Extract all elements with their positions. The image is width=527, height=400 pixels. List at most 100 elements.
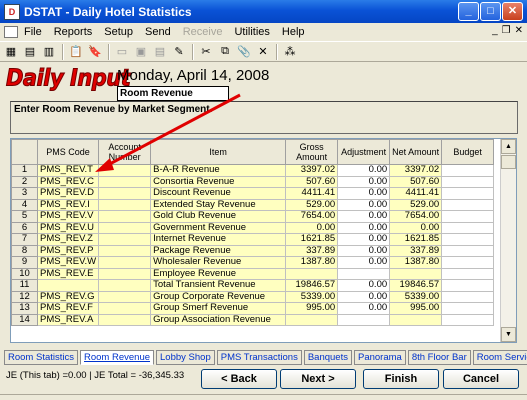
cell-budget[interactable]: [441, 221, 495, 234]
row-number[interactable]: 1: [11, 164, 38, 177]
row-number[interactable]: 7: [11, 233, 38, 246]
cell-adj[interactable]: 0.00: [337, 221, 391, 234]
cell-budget[interactable]: [441, 210, 495, 223]
cell-adj[interactable]: 0.00: [337, 256, 391, 269]
cell-budget[interactable]: [441, 256, 495, 269]
cut-icon[interactable]: ✂: [197, 43, 215, 60]
row-number[interactable]: 3: [11, 187, 38, 200]
row-number[interactable]: 10: [11, 267, 38, 280]
copy-icon[interactable]: ⧉: [216, 43, 234, 60]
bookmark-icon[interactable]: 🔖: [86, 43, 104, 60]
cell-budget[interactable]: [441, 279, 495, 292]
cell-adj[interactable]: 0.00: [337, 302, 391, 315]
row-number[interactable]: 12: [11, 290, 38, 303]
note-icon[interactable]: ✎: [170, 43, 188, 60]
menu-reports[interactable]: Reports: [48, 26, 99, 38]
cell-adj[interactable]: 0.00: [337, 175, 391, 188]
cell-budget[interactable]: [441, 290, 495, 303]
report-icon[interactable]: 📋: [67, 43, 85, 60]
column-header[interactable]: PMS Code: [36, 139, 100, 165]
open-icon[interactable]: ▭: [113, 43, 131, 60]
doc-minimize-button[interactable]: _: [492, 25, 498, 36]
finish-button[interactable]: Finish: [363, 369, 439, 389]
table-row[interactable]: 14 PMS_REV.A Group Association Revenue: [11, 313, 495, 326]
tab-banquets[interactable]: Banquets: [303, 350, 352, 365]
cell-budget[interactable]: [441, 198, 495, 211]
table-row[interactable]: 7 PMS_REV.Z Internet Revenue 1621.85 0.00 162…: [11, 233, 495, 246]
cell-budget[interactable]: [441, 302, 495, 315]
table-row[interactable]: 5 PMS_REV.V Gold Club Revenue 7654.00 0.00 76…: [11, 210, 495, 223]
tab-lobby-shop[interactable]: Lobby Shop: [156, 350, 215, 365]
next-button[interactable]: Next >: [280, 369, 356, 389]
cell-adj[interactable]: 0.00: [337, 210, 391, 223]
column-header[interactable]: Net Amount: [389, 139, 443, 165]
row-number[interactable]: 6: [11, 221, 38, 234]
doc-restore-button[interactable]: ❐: [502, 25, 511, 36]
table-row[interactable]: 6 PMS_REV.U Government Revenue 0.00 0.00 0.00: [11, 221, 495, 234]
save-icon[interactable]: ▣: [132, 43, 150, 60]
row-number[interactable]: 11: [11, 279, 38, 292]
tab-8th-floor-bar[interactable]: 8th Floor Bar: [407, 350, 471, 365]
row-number[interactable]: 2: [11, 175, 38, 188]
cell-adj[interactable]: 0.00: [337, 164, 391, 177]
cell-adj[interactable]: 0.00: [337, 244, 391, 257]
maximize-button[interactable]: □: [480, 2, 501, 21]
column-header[interactable]: Budget: [441, 139, 495, 165]
scroll-up-icon[interactable]: ▲: [501, 139, 516, 154]
tab-room-service[interactable]: Room Service: [472, 350, 527, 365]
row-number[interactable]: 5: [11, 210, 38, 223]
cell-adj[interactable]: 0.00: [337, 198, 391, 211]
close-button[interactable]: ✕: [502, 2, 523, 21]
vertical-scrollbar[interactable]: ▲ ▼: [500, 139, 516, 342]
menu-send[interactable]: Send: [139, 26, 177, 38]
network-icon[interactable]: ⁂: [281, 43, 299, 60]
table-row[interactable]: 8 PMS_REV.P Package Revenue 337.89 0.00 337.8…: [11, 244, 495, 257]
table-row[interactable]: 9 PMS_REV.W Wholesaler Revenue 1387.80 0.00 1…: [11, 256, 495, 269]
menu-utilities[interactable]: Utilities: [228, 26, 275, 38]
minimize-button[interactable]: _: [458, 2, 479, 21]
tab-panorama[interactable]: Panorama: [353, 350, 406, 365]
table-row[interactable]: 13 PMS_REV.F Group Smerf Revenue 995.00 0.00…: [11, 302, 495, 315]
menu-help[interactable]: Help: [276, 26, 311, 38]
cell-budget[interactable]: [441, 164, 495, 177]
scroll-thumb[interactable]: [501, 155, 516, 169]
cancel-button[interactable]: Cancel: [443, 369, 519, 389]
table-row[interactable]: 10 PMS_REV.E Employee Revenue: [11, 267, 495, 280]
cell-budget[interactable]: [441, 313, 495, 326]
cell-budget[interactable]: [441, 187, 495, 200]
cell-adj[interactable]: 0.00: [337, 290, 391, 303]
delete-icon[interactable]: ✕: [254, 43, 272, 60]
print-icon[interactable]: ▤: [151, 43, 169, 60]
cell-adj[interactable]: [337, 267, 391, 280]
form-icon[interactable]: ▤: [21, 43, 39, 60]
cell-budget[interactable]: [441, 233, 495, 246]
column-header[interactable]: Account Number: [98, 139, 152, 165]
row-number[interactable]: 8: [11, 244, 38, 257]
tab-room-revenue[interactable]: Room Revenue: [80, 350, 155, 365]
revenue-grid[interactable]: PMS Code Account Number Item Gross Amoun…: [10, 138, 517, 343]
cell-adj[interactable]: 0.00: [337, 187, 391, 200]
tab-room-statistics[interactable]: Room Statistics: [4, 350, 78, 365]
cell-adj[interactable]: 0.00: [337, 233, 391, 246]
table-row[interactable]: 4 PMS_REV.I Extended Stay Revenue 529.00 0.0…: [11, 198, 495, 211]
column-header[interactable]: Gross Amount: [285, 139, 339, 165]
tab-pms-transactions[interactable]: PMS Transactions: [216, 350, 302, 365]
row-number[interactable]: 4: [11, 198, 38, 211]
paste-icon[interactable]: 📎: [235, 43, 253, 60]
column-header[interactable]: Item: [150, 139, 287, 165]
doc-close-button[interactable]: ✕: [515, 25, 523, 36]
cell-budget[interactable]: [441, 267, 495, 280]
scroll-down-icon[interactable]: ▼: [501, 327, 516, 342]
cell-adj[interactable]: 0.00: [337, 279, 391, 292]
back-button[interactable]: < Back: [201, 369, 277, 389]
cell-budget[interactable]: [441, 175, 495, 188]
table-row[interactable]: 12 PMS_REV.G Group Corporate Revenue 5339.0…: [11, 290, 495, 303]
row-number[interactable]: 9: [11, 256, 38, 269]
columns-icon[interactable]: ▥: [40, 43, 58, 60]
cell-budget[interactable]: [441, 244, 495, 257]
table-row[interactable]: 3 PMS_REV.D Discount Revenue 4411.41 0.00 441…: [11, 187, 495, 200]
row-number[interactable]: 13: [11, 302, 38, 315]
grid-icon[interactable]: ▦: [2, 43, 20, 60]
table-row[interactable]: 1 PMS_REV.T B-A-R Revenue 3397.02 0.00 3397.0…: [11, 164, 495, 177]
table-row[interactable]: 2 PMS_REV.C Consortia Revenue 507.60 0.00 507…: [11, 175, 495, 188]
